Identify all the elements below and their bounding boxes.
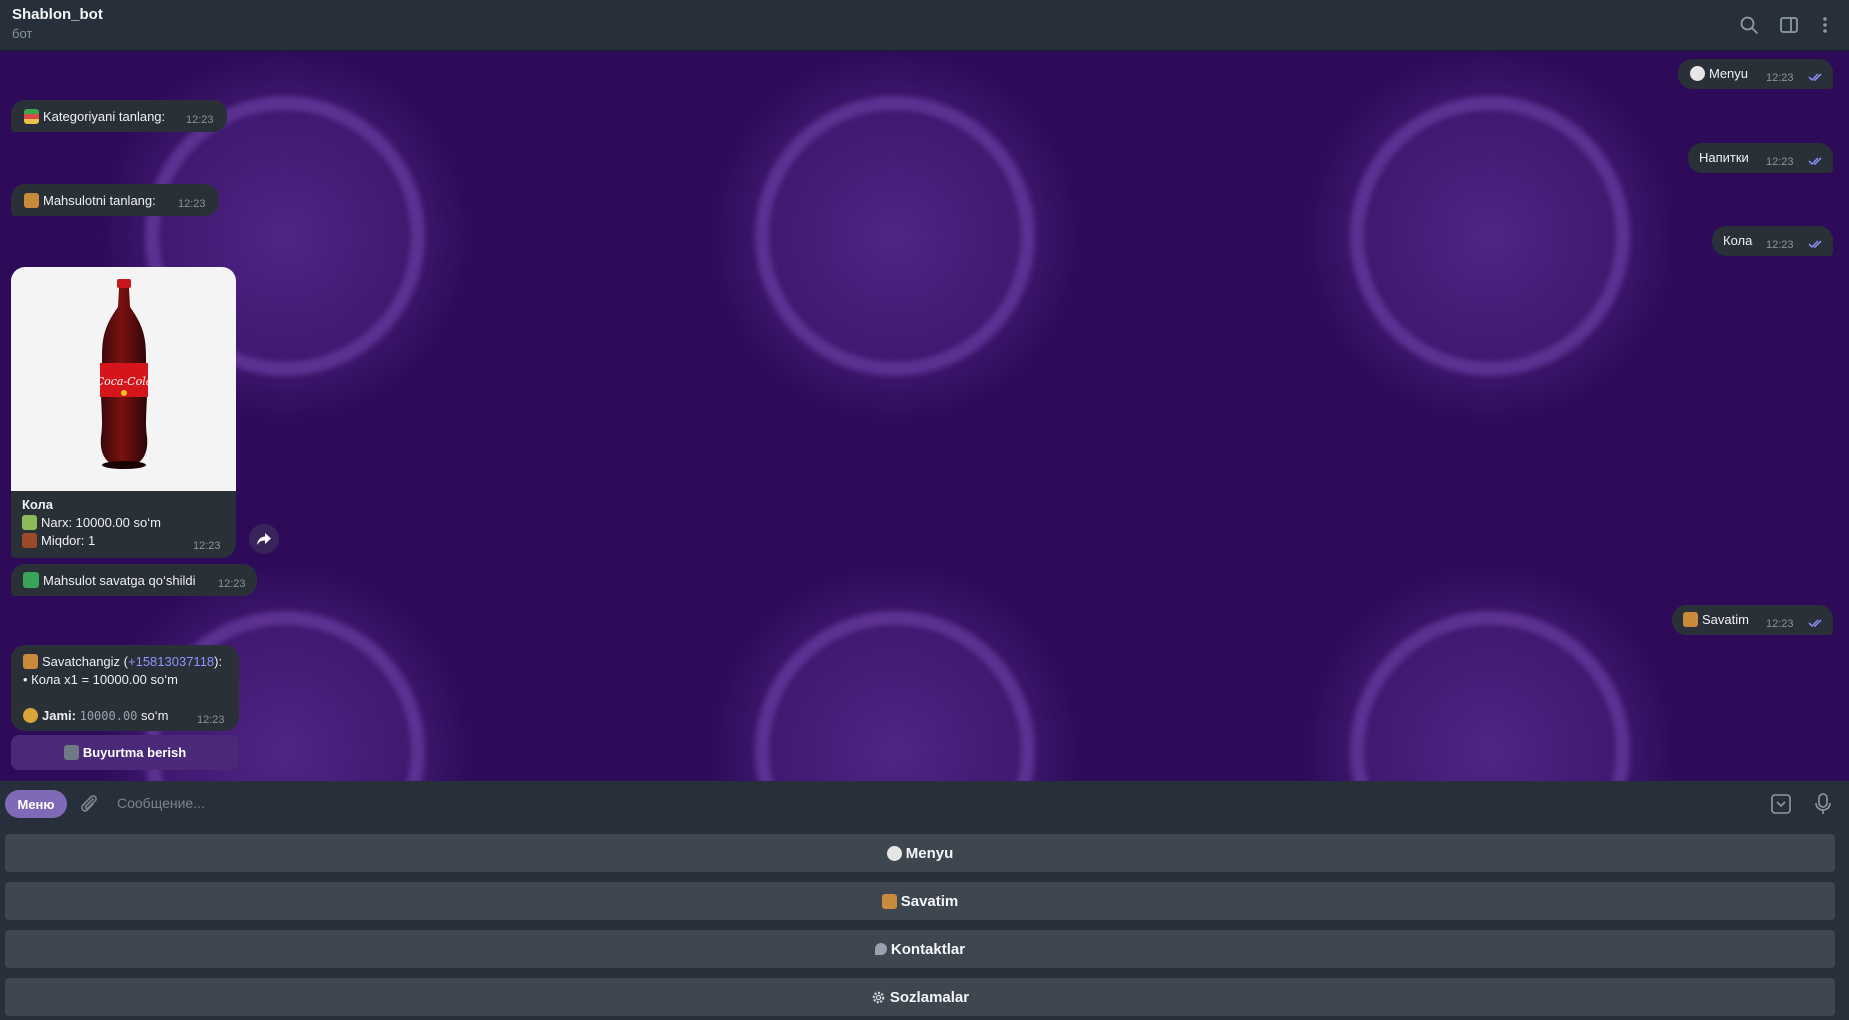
money-emoji-icon bbox=[22, 515, 37, 530]
message-outgoing[interactable]: Кола 12:23 bbox=[1712, 226, 1833, 256]
keyboard-button-label: Savatim bbox=[900, 892, 959, 910]
paperclip-icon[interactable] bbox=[79, 793, 99, 815]
keyboard-button-label: Menyu bbox=[905, 844, 954, 862]
package-emoji-icon bbox=[24, 193, 39, 208]
share-icon[interactable] bbox=[249, 524, 279, 554]
box-emoji-icon bbox=[881, 893, 897, 909]
chat-subtitle: бот bbox=[12, 26, 33, 41]
product-message[interactable]: Coca-Cola Кола Narx: 10000.00 so‘m Miqdo… bbox=[11, 267, 236, 558]
keyboard-button-kontaktlar[interactable]: Kontaktlar bbox=[5, 930, 1835, 968]
message-input-bar: Меню Сообщение... bbox=[0, 781, 1849, 826]
message-text: Mahsulot savatga qo‘shildi bbox=[43, 573, 196, 588]
message-incoming[interactable]: Mahsulotni tanlang: 12:23 bbox=[11, 184, 219, 216]
books-emoji-icon bbox=[24, 109, 39, 124]
message-time: 12:23 bbox=[197, 714, 225, 726]
sidebar-toggle-icon[interactable] bbox=[1778, 14, 1800, 36]
product-logo-text: Coca-Cola bbox=[96, 375, 153, 388]
message-incoming[interactable]: Kategoriyani tanlang: 12:23 bbox=[11, 100, 227, 132]
cart-total-label: Jami: bbox=[42, 708, 76, 723]
message-time: 12:23 bbox=[178, 198, 206, 210]
coca-cola-bottle-image: Coca-Cola bbox=[96, 279, 153, 469]
cart-emoji-icon bbox=[63, 745, 79, 760]
message-time: 12:23 bbox=[1766, 239, 1794, 251]
wallpaper-pattern bbox=[1350, 96, 1630, 376]
product-name: Кола bbox=[22, 497, 54, 512]
product-image[interactable]: Coca-Cola bbox=[11, 267, 236, 491]
message-input[interactable]: Сообщение... bbox=[117, 795, 205, 811]
product-price: Narx: 10000.00 so‘m bbox=[41, 515, 161, 530]
bot-menu-button[interactable]: Меню bbox=[5, 790, 67, 818]
wallpaper-pattern bbox=[1350, 611, 1630, 781]
keyboard-toggle-icon[interactable] bbox=[1770, 793, 1792, 815]
cart-phone-link[interactable]: +15813037118 bbox=[128, 654, 214, 669]
microphone-icon[interactable] bbox=[1813, 792, 1833, 816]
cart-title-prefix: Savatchangiz ( bbox=[42, 654, 128, 669]
message-time: 12:23 bbox=[218, 578, 246, 590]
gear-icon bbox=[871, 990, 886, 1005]
chat-title[interactable]: Shablon_bot bbox=[12, 6, 103, 23]
keyboard-button-label: Kontaktlar bbox=[890, 940, 966, 958]
plate-emoji-icon bbox=[886, 845, 902, 861]
double-check-icon bbox=[1808, 618, 1826, 628]
message-text: Mahsulotni tanlang: bbox=[43, 193, 156, 208]
phone-emoji-icon bbox=[874, 943, 887, 955]
order-inline-button[interactable]: Buyurtma berish bbox=[11, 735, 239, 770]
keyboard-button-menyu[interactable]: Menyu bbox=[5, 834, 1835, 872]
keyboard-button-label: Sozlamalar bbox=[889, 988, 970, 1006]
keyboard-button-savatim[interactable]: Savatim bbox=[5, 882, 1835, 920]
order-inline-button-label: Buyurtma berish bbox=[82, 745, 187, 760]
message-time: 12:23 bbox=[1766, 72, 1794, 84]
double-check-icon bbox=[1808, 72, 1826, 82]
message-outgoing[interactable]: Menyu 12:23 bbox=[1678, 59, 1833, 89]
message-outgoing[interactable]: Напитки 12:23 bbox=[1688, 143, 1833, 173]
message-text: Кола bbox=[1723, 233, 1753, 248]
cart-item-line: • Кола x1 = 10000.00 so‘m bbox=[23, 672, 178, 687]
message-incoming[interactable]: Mahsulot savatga qo‘shildi 12:23 bbox=[11, 564, 257, 596]
check-mark-emoji-icon bbox=[23, 572, 39, 588]
message-outgoing[interactable]: Savatim 12:23 bbox=[1672, 605, 1833, 635]
abacus-emoji-icon bbox=[22, 533, 37, 548]
double-check-icon bbox=[1808, 156, 1826, 166]
more-vertical-icon[interactable] bbox=[1814, 14, 1836, 36]
message-time: 12:23 bbox=[193, 540, 221, 552]
message-time: 12:23 bbox=[1766, 618, 1794, 630]
chat-header: Shablon_bot бот bbox=[0, 0, 1849, 51]
message-text: Menyu bbox=[1709, 66, 1749, 81]
wallpaper-pattern bbox=[755, 96, 1035, 376]
keyboard-button-sozlamalar[interactable]: Sozlamalar bbox=[5, 978, 1835, 1016]
message-time: 12:23 bbox=[1766, 156, 1794, 168]
box-emoji-icon bbox=[23, 654, 38, 669]
box-emoji-icon bbox=[1683, 612, 1698, 627]
product-quantity: Miqdor: 1 bbox=[41, 533, 96, 548]
message-text: Напитки bbox=[1699, 150, 1749, 165]
double-check-icon bbox=[1808, 239, 1826, 249]
search-icon[interactable] bbox=[1738, 14, 1760, 36]
wallpaper-pattern bbox=[755, 611, 1035, 781]
money-bag-emoji-icon bbox=[23, 708, 38, 723]
cart-title-suffix: ): bbox=[214, 654, 223, 669]
cart-message[interactable]: Savatchangiz (+15813037118): • Кола x1 =… bbox=[11, 645, 239, 731]
cart-total-value: 10000.00 bbox=[79, 709, 138, 723]
reply-keyboard: Menyu Savatim Kontaktlar Sozlamalar bbox=[0, 826, 1849, 1020]
message-text: Kategoriyani tanlang: bbox=[43, 109, 166, 124]
plate-emoji-icon bbox=[1690, 66, 1705, 81]
message-time: 12:23 bbox=[186, 114, 214, 126]
message-text: Savatim bbox=[1702, 612, 1749, 627]
chat-area[interactable] bbox=[0, 51, 1849, 781]
cart-total-unit: so‘m bbox=[141, 708, 169, 723]
